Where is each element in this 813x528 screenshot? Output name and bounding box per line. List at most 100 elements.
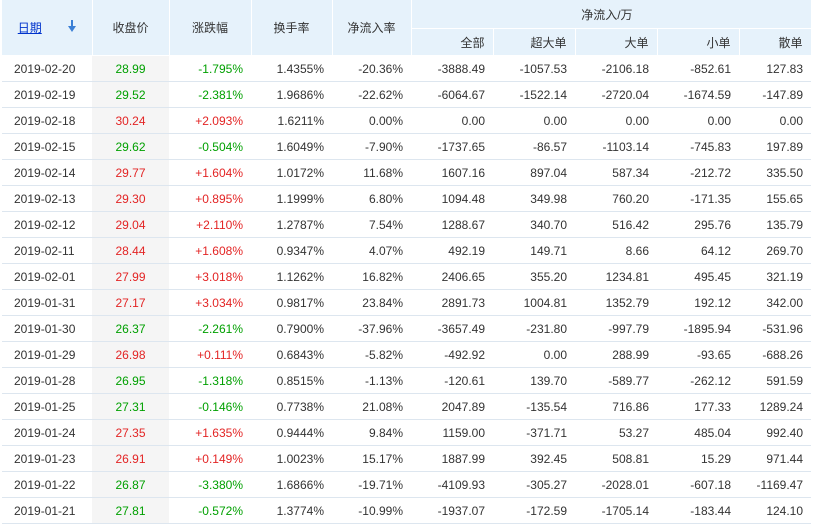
column-header-all[interactable]: 全部 — [411, 28, 494, 56]
cell-net-large: 8.66 — [575, 237, 657, 264]
cell-date: 2019-02-12 — [2, 211, 92, 238]
cell-date: 2019-01-28 — [2, 367, 92, 394]
cell-net-rate: 9.84% — [332, 419, 411, 446]
column-header-retail[interactable]: 散单 — [739, 28, 812, 56]
cell-net-extra-large: -1057.53 — [493, 55, 575, 82]
column-header-small[interactable]: 小单 — [657, 28, 740, 56]
cell-date: 2019-01-21 — [2, 497, 92, 524]
cell-net-retail: 1289.24 — [739, 393, 812, 420]
cell-net-all: 1288.67 — [411, 211, 493, 238]
cell-change: +0.111% — [169, 341, 251, 368]
table-row: 2019-02-11 28.44 +1.608% 0.9347% 4.07% 492.19… — [2, 237, 812, 264]
cell-net-rate: 11.68% — [332, 159, 411, 186]
table-row: 2019-01-21 27.81 -0.572% 1.3774% -10.99% -193… — [2, 497, 812, 524]
cell-net-rate: -10.99% — [332, 497, 411, 524]
cell-net-all: 1094.48 — [411, 185, 493, 212]
cell-net-extra-large: -305.27 — [493, 471, 575, 498]
cell-net-large: 1352.79 — [575, 289, 657, 316]
cell-net-rate: -19.71% — [332, 471, 411, 498]
cell-net-large: -1103.14 — [575, 133, 657, 160]
cell-net-extra-large: -135.54 — [493, 393, 575, 420]
cell-close: 27.31 — [92, 393, 169, 420]
cell-net-rate: 15.17% — [332, 445, 411, 472]
cell-close: 26.95 — [92, 367, 169, 394]
table-row: 2019-01-29 26.98 +0.111% 0.6843% -5.82% -492.… — [2, 341, 812, 368]
cell-net-all: -3657.49 — [411, 315, 493, 342]
column-header-net-rate[interactable]: 净流入率 — [332, 0, 412, 56]
column-header-close[interactable]: 收盘价 — [92, 0, 170, 56]
cell-close: 27.35 — [92, 419, 169, 446]
cell-date: 2019-02-15 — [2, 133, 92, 160]
cell-date: 2019-02-13 — [2, 185, 92, 212]
cell-net-retail: 971.44 — [739, 445, 812, 472]
table-row: 2019-02-19 29.52 -2.381% 1.9686% -22.62% -606… — [2, 81, 812, 108]
cell-net-small: 192.12 — [657, 289, 739, 316]
cell-net-large: -589.77 — [575, 367, 657, 394]
cell-net-all: -6064.67 — [411, 81, 493, 108]
cell-net-large: 516.42 — [575, 211, 657, 238]
cell-net-all: -1937.07 — [411, 497, 493, 524]
table-row: 2019-02-01 27.99 +3.018% 1.1262% 16.82% 2406.… — [2, 263, 812, 290]
table-header: 日期 收盘价 涨跌幅 换手率 净流入率 净流入/万 全部 超大单 大单 小单 散… — [2, 0, 812, 56]
column-header-change[interactable]: 涨跌幅 — [169, 0, 252, 56]
sort-desc-arrow-icon[interactable] — [67, 19, 76, 32]
cell-turnover: 1.9686% — [251, 81, 332, 108]
cell-net-all: -1737.65 — [411, 133, 493, 160]
table-row: 2019-01-22 26.87 -3.380% 1.6866% -19.71% -410… — [2, 471, 812, 498]
cell-net-extra-large: 0.00 — [493, 341, 575, 368]
cell-net-small: 64.12 — [657, 237, 739, 264]
cell-net-small: -852.61 — [657, 55, 739, 82]
cell-date: 2019-02-20 — [2, 55, 92, 82]
cell-net-large: 716.86 — [575, 393, 657, 420]
cell-net-retail: 127.83 — [739, 55, 812, 82]
cell-net-retail: 0.00 — [739, 107, 812, 134]
cell-change: +3.018% — [169, 263, 251, 290]
cell-net-rate: -5.82% — [332, 341, 411, 368]
cell-net-retail: 197.89 — [739, 133, 812, 160]
cell-change: -0.146% — [169, 393, 251, 420]
cell-net-large: 1234.81 — [575, 263, 657, 290]
cell-net-small: -171.35 — [657, 185, 739, 212]
cell-net-rate: 0.00% — [332, 107, 411, 134]
cell-close: 26.91 — [92, 445, 169, 472]
cell-change: -1.795% — [169, 55, 251, 82]
cell-net-extra-large: -1522.14 — [493, 81, 575, 108]
cell-net-retail: -147.89 — [739, 81, 812, 108]
column-group-net-inflow: 净流入/万 — [411, 0, 812, 29]
cell-turnover: 0.6843% — [251, 341, 332, 368]
table-body: 2019-02-20 28.99 -1.795% 1.4355% -20.36% -388… — [2, 55, 812, 524]
column-header-turnover[interactable]: 换手率 — [251, 0, 333, 56]
cell-net-small: 15.29 — [657, 445, 739, 472]
cell-turnover: 0.7738% — [251, 393, 332, 420]
column-header-extra-large[interactable]: 超大单 — [493, 28, 576, 56]
cell-net-rate: 4.07% — [332, 237, 411, 264]
column-header-date[interactable]: 日期 — [2, 0, 93, 56]
cell-net-extra-large: 0.00 — [493, 107, 575, 134]
cell-close: 26.37 — [92, 315, 169, 342]
cell-turnover: 0.9347% — [251, 237, 332, 264]
column-header-large[interactable]: 大单 — [575, 28, 658, 56]
cell-net-retail: 269.70 — [739, 237, 812, 264]
cell-net-all: 1607.16 — [411, 159, 493, 186]
sort-date-link[interactable]: 日期 — [18, 21, 42, 35]
cell-turnover: 1.1262% — [251, 263, 332, 290]
cell-net-extra-large: 392.45 — [493, 445, 575, 472]
cell-close: 28.99 — [92, 55, 169, 82]
cell-net-small: -183.44 — [657, 497, 739, 524]
cell-turnover: 1.0172% — [251, 159, 332, 186]
cell-net-rate: -7.90% — [332, 133, 411, 160]
cell-net-large: -2028.01 — [575, 471, 657, 498]
table-row: 2019-01-23 26.91 +0.149% 1.0023% 15.17% 1887.… — [2, 445, 812, 472]
cell-net-rate: 21.08% — [332, 393, 411, 420]
cell-net-small: -93.65 — [657, 341, 739, 368]
cell-net-retail: 321.19 — [739, 263, 812, 290]
cell-net-extra-large: 139.70 — [493, 367, 575, 394]
cell-net-retail: 335.50 — [739, 159, 812, 186]
cell-date: 2019-02-01 — [2, 263, 92, 290]
cell-net-rate: -20.36% — [332, 55, 411, 82]
cell-close: 29.77 — [92, 159, 169, 186]
cell-net-retail: -688.26 — [739, 341, 812, 368]
cell-net-large: 587.34 — [575, 159, 657, 186]
cell-net-extra-large: 340.70 — [493, 211, 575, 238]
cell-close: 29.52 — [92, 81, 169, 108]
